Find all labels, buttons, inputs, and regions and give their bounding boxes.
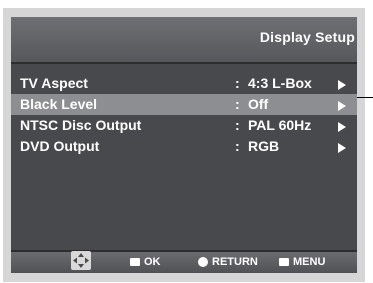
arrow-right-icon bbox=[338, 80, 346, 90]
directional-pad-icon bbox=[71, 251, 91, 270]
menu-item-colon: : bbox=[235, 96, 240, 112]
header-bar: Display Setup bbox=[11, 17, 357, 64]
menu-item-label: NTSC Disc Output bbox=[20, 117, 142, 133]
arrow-right-icon bbox=[338, 122, 346, 132]
menu-item-label: Black Level bbox=[20, 96, 98, 112]
settings-menu: TV Aspect : 4:3 L-Box Black Level : Off … bbox=[11, 73, 357, 157]
menu-button[interactable]: MENU bbox=[279, 256, 325, 268]
menu-label: MENU bbox=[293, 256, 326, 269]
menu-item-colon: : bbox=[235, 117, 240, 133]
return-label: RETURN bbox=[212, 256, 258, 269]
tv-frame: Display Setup TV Aspect : 4:3 L-Box Blac… bbox=[3, 8, 365, 282]
page-title: Display Setup bbox=[259, 29, 355, 45]
ok-button[interactable]: OK bbox=[130, 256, 161, 268]
menu-item-tv-aspect[interactable]: TV Aspect : 4:3 L-Box bbox=[11, 73, 357, 94]
menu-item-dvd-output[interactable]: DVD Output : RGB bbox=[11, 136, 357, 157]
osd-screen: Display Setup TV Aspect : 4:3 L-Box Blac… bbox=[11, 17, 357, 273]
menu-item-value: RGB bbox=[248, 138, 280, 154]
footer-bar: OK RETURN MENU bbox=[11, 250, 357, 273]
menu-item-black-level[interactable]: Black Level : Off bbox=[11, 94, 357, 115]
arrow-right-icon bbox=[338, 101, 346, 111]
ok-label: OK bbox=[144, 256, 161, 269]
menu-item-colon: : bbox=[235, 75, 240, 91]
callout-pointer-line bbox=[357, 97, 373, 98]
menu-item-value: 4:3 L-Box bbox=[248, 75, 312, 91]
menu-icon bbox=[279, 258, 289, 267]
menu-item-value: Off bbox=[248, 96, 269, 112]
menu-item-value: PAL 60Hz bbox=[248, 117, 312, 133]
return-icon bbox=[198, 257, 208, 268]
return-button[interactable]: RETURN bbox=[198, 256, 258, 268]
arrow-right-icon bbox=[338, 143, 346, 153]
ok-icon bbox=[130, 258, 140, 267]
menu-item-label: TV Aspect bbox=[20, 75, 88, 91]
menu-item-label: DVD Output bbox=[20, 138, 100, 154]
menu-item-ntsc-disc-output[interactable]: NTSC Disc Output : PAL 60Hz bbox=[11, 115, 357, 136]
menu-item-colon: : bbox=[235, 138, 240, 154]
